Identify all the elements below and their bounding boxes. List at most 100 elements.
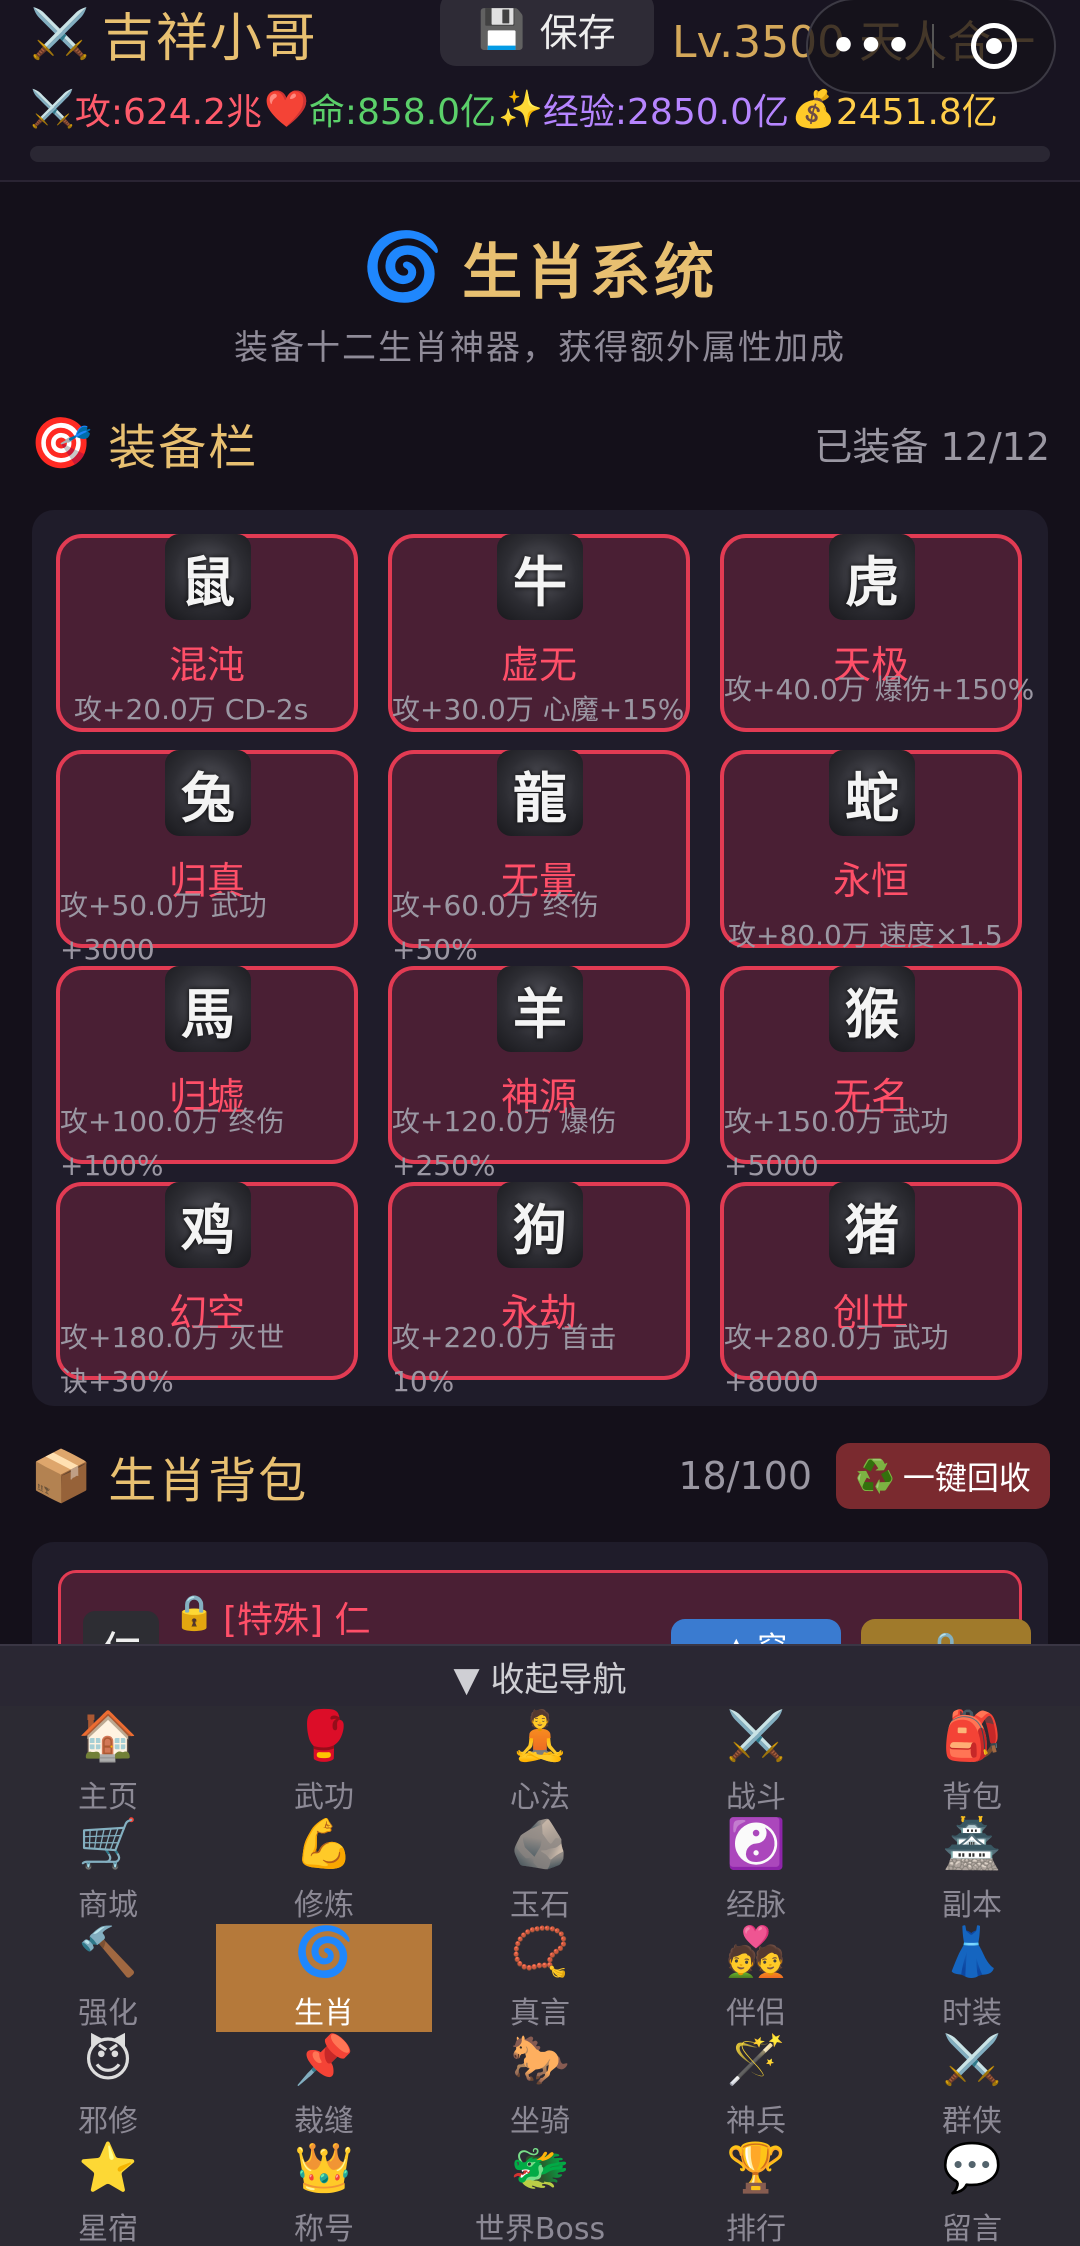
zodiac-rooster-icon: 鸡 — [165, 1182, 251, 1268]
equip-slot-rabbit[interactable]: 兔归真 攻+50.0万 武功+3000 — [56, 750, 358, 966]
hp-stat: 命:858.0亿 — [308, 92, 497, 133]
equip-slot-rat[interactable]: 鼠混沌 攻+20.0万 CD-2s — [56, 534, 358, 732]
nav-item-title[interactable]: 👑 称号 — [216, 2140, 432, 2246]
nav-item-enhance[interactable]: 🔨 强化 — [0, 1924, 216, 2032]
nav-item-label: 强化 — [78, 1996, 138, 2031]
nav-item-label: 称号 — [294, 2212, 354, 2246]
slot-bonus-text: 攻+220.0万 首击10% — [392, 1321, 617, 1398]
recycle-all-label: 一键回收 — [902, 1459, 1031, 1497]
nav-item-label: 心法 — [510, 1780, 570, 1815]
slot-bonus-text: 攻+40.0万 爆伤+150% — [724, 673, 1035, 706]
slot-bonus-text: 攻+150.0万 武功+5000 — [724, 1105, 949, 1182]
bag-item-name: [特殊] 仁 — [223, 1600, 371, 1641]
nav-item-partner[interactable]: 💑 伴侣 — [648, 1924, 864, 2032]
nav-item-martial-arts[interactable]: 🥊 武功 — [216, 1708, 432, 1816]
nav-item-label: 留言 — [942, 2212, 1002, 2246]
rock-icon: 🪨 — [510, 1816, 570, 1872]
equip-slot-goat[interactable]: 羊神源 攻+120.0万 爆伤+250% — [388, 966, 690, 1182]
nav-item-battle[interactable]: ⚔️ 战斗 — [648, 1708, 864, 1816]
equip-slot-ox[interactable]: 牛虚无 攻+30.0万 心魔+15% — [388, 534, 690, 732]
nav-item-world-boss[interactable]: 🐲 世界Boss — [432, 2140, 648, 2246]
equip-slot-pig[interactable]: 猪创世 攻+280.0万 武功+8000 — [720, 1182, 1022, 1398]
star-icon: ⭐ — [78, 2140, 138, 2196]
more-options-icon[interactable]: ••• — [808, 21, 932, 71]
nav-item-home[interactable]: 🏠 主页 — [0, 1708, 216, 1816]
nav-item-constellation[interactable]: ⭐ 星宿 — [0, 2140, 216, 2246]
nav-item-heroes[interactable]: ⚔️ 群侠 — [864, 2032, 1080, 2140]
exp-progress-bar — [30, 146, 1050, 162]
dragon-face-icon: 🐲 — [510, 2140, 570, 2196]
lock-icon: 🔒 — [173, 1593, 216, 1633]
recycle-all-button[interactable]: ♻️ 一键回收 — [836, 1443, 1050, 1509]
nav-item-label: 神兵 — [726, 2104, 786, 2139]
nav-item-jade[interactable]: 🪨 玉石 — [432, 1816, 648, 1924]
shopping-cart-icon: 🛒 — [78, 1816, 138, 1872]
nav-item-zodiac[interactable]: 🌀 生肖 — [216, 1924, 432, 2032]
save-button[interactable]: 💾 保存 — [440, 0, 654, 66]
nav-item-dungeon[interactable]: 🏯 副本 — [864, 1816, 1080, 1924]
slot-bonus-text: 攻+80.0万 速度×1.5 — [728, 919, 1003, 952]
page-title: 生肖系统 — [462, 237, 719, 308]
gold-stat: 2451.8亿 — [835, 92, 998, 133]
nav-item-backpack[interactable]: 🎒 背包 — [864, 1708, 1080, 1816]
cyclone-icon: 🌀 — [294, 1924, 354, 1980]
equip-slot-monkey[interactable]: 猴无名 攻+150.0万 武功+5000 — [720, 966, 1022, 1182]
equip-slot-dog[interactable]: 狗永劫 攻+220.0万 首击10% — [388, 1182, 690, 1398]
close-miniprogram-icon[interactable] — [934, 23, 1054, 69]
nav-item-divine-weapon[interactable]: 🪄 神兵 — [648, 2032, 864, 2140]
package-icon: 📦 — [30, 1446, 93, 1505]
zodiac-dragon-icon: 龍 — [497, 750, 583, 836]
nav-item-label: 世界Boss — [474, 2212, 606, 2246]
nav-item-shop[interactable]: 🛒 商城 — [0, 1816, 216, 1924]
floppy-disk-icon: 💾 — [478, 6, 526, 51]
slot-bonus-text: 攻+100.0万 终伤+100% — [60, 1105, 285, 1182]
zodiac-horse-icon: 馬 — [165, 966, 251, 1052]
equip-slot-dragon[interactable]: 龍无量 攻+60.0万 终伤+50% — [388, 750, 690, 966]
nav-item-label: 邪修 — [78, 2104, 138, 2139]
crossed-swords-icon: ⚔️ — [30, 89, 75, 130]
equip-slot-horse[interactable]: 馬归墟 攻+100.0万 终伤+100% — [56, 966, 358, 1182]
backpack-icon: 🎒 — [942, 1708, 1002, 1764]
zodiac-rat-icon: 鼠 — [165, 534, 251, 620]
collapse-nav-button[interactable]: ▼ 收起导航 — [0, 1644, 1080, 1706]
slot-bonus-text: 攻+50.0万 武功+3000 — [60, 889, 267, 966]
equip-slot-rooster[interactable]: 鸡幻空 攻+180.0万 灭世诀+30% — [56, 1182, 358, 1398]
top-status-bar: ⚔️ 吉祥小哥 💾 保存 Lv.3500 天人合一 ••• ⚔️ 攻:624.2… — [0, 0, 1080, 182]
zodiac-pig-icon: 猪 — [829, 1182, 915, 1268]
equip-slot-snake[interactable]: 蛇永恒 攻+80.0万 速度×1.5 — [720, 750, 1022, 952]
zodiac-snake-icon: 蛇 — [829, 750, 915, 836]
nav-item-message[interactable]: 💬 留言 — [864, 2140, 1080, 2246]
nav-item-label: 时装 — [942, 1996, 1002, 2031]
equip-section-title: 装备栏 — [108, 420, 259, 476]
crossed-swords-icon: ⚔️ — [726, 1708, 786, 1764]
boxing-glove-icon: 🥊 — [294, 1708, 354, 1764]
nav-item-evil-cult[interactable]: 😈 邪修 — [0, 2032, 216, 2140]
house-icon: 🏠 — [78, 1708, 138, 1764]
heart-icon: ❤️ — [264, 89, 309, 130]
sparkles-icon: ✨ — [498, 89, 543, 130]
nav-item-label: 主页 — [78, 1780, 138, 1815]
cyclone-icon: 🌀 — [361, 228, 445, 305]
nav-item-mount[interactable]: 🐎 坐骑 — [432, 2032, 648, 2140]
slot-bonus-text: 攻+30.0万 心魔+15% — [392, 693, 685, 726]
nav-item-meridian[interactable]: ☯️ 经脉 — [648, 1816, 864, 1924]
nav-item-mind-method[interactable]: 🧘 心法 — [432, 1708, 648, 1816]
money-bag-icon: 💰 — [791, 89, 836, 130]
nav-item-ranking[interactable]: 🏆 排行 — [648, 2140, 864, 2246]
nav-item-label: 生肖 — [294, 1996, 354, 2031]
slot-bonus-text: 攻+180.0万 灭世诀+30% — [60, 1321, 285, 1398]
nav-item-tailor[interactable]: 📌 裁缝 — [216, 2032, 432, 2140]
slot-bonus-text: 攻+120.0万 爆伤+250% — [392, 1105, 617, 1182]
nav-item-label: 武功 — [294, 1780, 354, 1815]
player-name: 吉祥小哥 — [101, 8, 318, 69]
nav-item-training[interactable]: 💪 修炼 — [216, 1816, 432, 1924]
attack-stat: 攻:624.2兆 — [74, 92, 263, 133]
nav-item-fashion[interactable]: 👗 时装 — [864, 1924, 1080, 2032]
nav-item-label: 真言 — [510, 1996, 570, 2031]
equip-section-header: 🎯 装备栏 已装备 12/12 — [30, 408, 1050, 478]
equip-slot-tiger[interactable]: 虎天极 攻+40.0万 爆伤+150% — [720, 534, 1034, 732]
trophy-icon: 🏆 — [726, 2140, 786, 2196]
nav-item-mantra[interactable]: 📿 真言 — [432, 1924, 648, 2032]
nav-item-label: 伴侣 — [726, 1996, 786, 2031]
zodiac-ox-icon: 牛 — [497, 534, 583, 620]
